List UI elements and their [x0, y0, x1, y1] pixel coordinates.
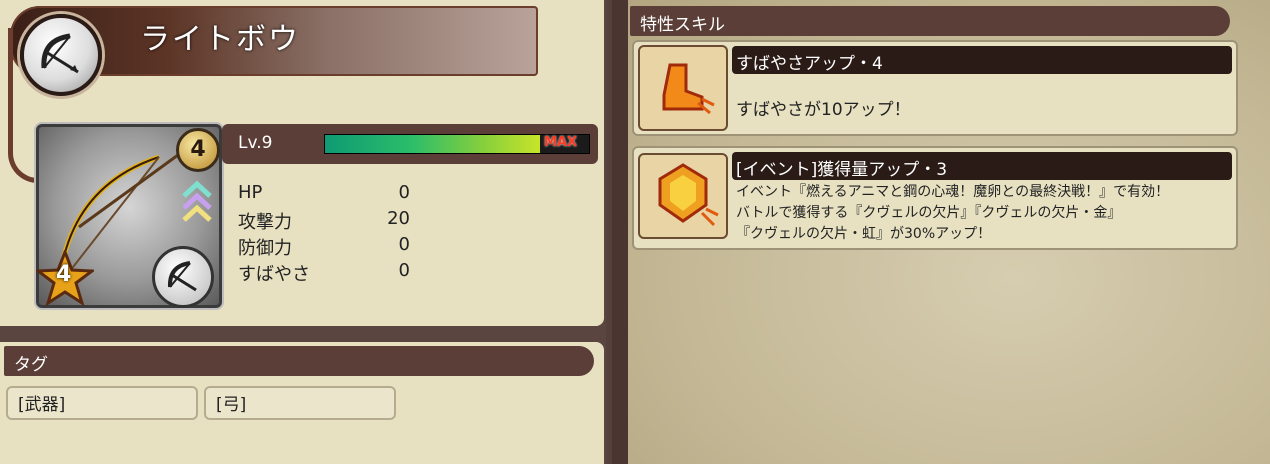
stat-label-speed: すばやさ [238, 264, 310, 285]
stat-value-defense: 0 [398, 234, 410, 255]
level-label: Lv.9 [238, 133, 273, 153]
exp-max-label: MAX [544, 135, 578, 150]
tag-chip-weapon[interactable]: [武器] [6, 386, 198, 420]
tag-chip-bow[interactable]: [弓] [204, 386, 396, 420]
weapon-type-icon [152, 246, 214, 308]
exp-bar-fill [325, 135, 540, 153]
stat-label-defense: 防御力 [238, 238, 292, 259]
bow-small-icon [167, 261, 197, 292]
bow-glyph-icon [41, 33, 79, 74]
stat-label-attack: 攻撃力 [238, 212, 292, 233]
stat-value-speed: 0 [398, 260, 410, 281]
skill-name: すばやさアップ・4 [736, 54, 883, 74]
rank-badge: 4 [176, 128, 220, 172]
bow-type-icon [20, 14, 102, 96]
skill-icon-frame [638, 153, 728, 239]
skill-name: [イベント]獲得量アップ・3 [736, 160, 948, 180]
weapon-name: ライトボウ [140, 22, 300, 57]
gem-icon [658, 163, 719, 227]
stat-value-hp: 0 [398, 182, 410, 203]
skill-description-line: 『クヴェルの欠片・虹』が30%アップ！ [736, 226, 992, 242]
tag-header [4, 346, 594, 376]
skills-title: 特性スキル [640, 15, 725, 35]
skill-description-line: イベント『燃えるアニマと鋼の心魂！魔卵との最終決戦！』で有効！ [736, 184, 1170, 200]
upgrade-chevron-icon [182, 180, 212, 222]
tag-title: タグ [14, 355, 48, 375]
skill-icon-frame [638, 45, 728, 131]
skill-description-line: バトルで獲得する『クヴェルの欠片』『クヴェルの欠片・金』 [736, 205, 1122, 221]
star-level: 4 [56, 262, 72, 287]
stat-value-attack: 20 [387, 208, 410, 229]
skill-description: すばやさが10アップ！ [736, 100, 911, 120]
stat-label-hp: HP [238, 182, 263, 203]
boot-icon [662, 63, 715, 115]
